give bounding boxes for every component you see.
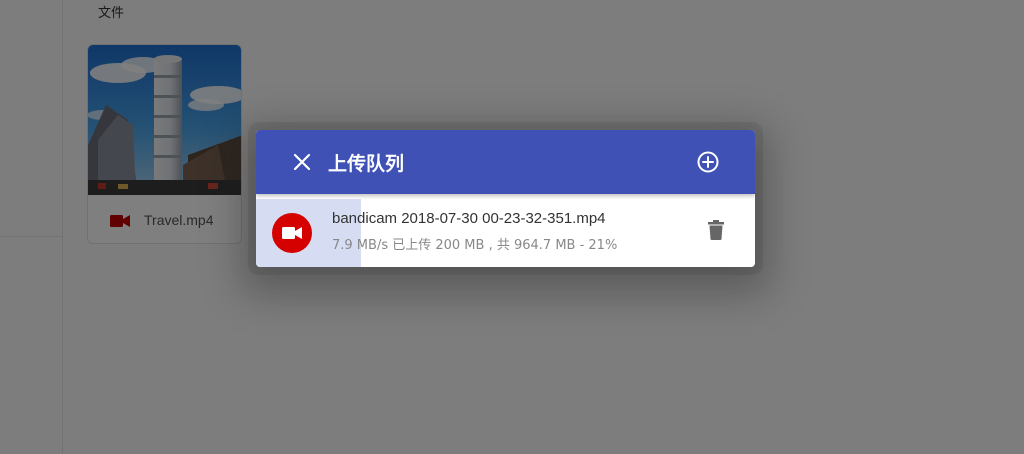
upload-filename: bandicam 2018-07-30 00-23-32-351.mp4 (332, 210, 606, 227)
upload-status: 7.9 MB/s 已上传 200 MB , 共 964.7 MB - 21% (332, 238, 618, 253)
upload-item: bandicam 2018-07-30 00-23-32-351.mp4 7.9… (256, 199, 755, 267)
close-icon[interactable] (292, 152, 312, 172)
trash-icon[interactable] (708, 220, 724, 240)
video-camera-icon (272, 213, 312, 253)
dialog-header: 上传队列 (256, 130, 755, 194)
upload-queue-dialog: 上传队列 bandicam 2018-07-30 00-23-32-351.mp… (256, 130, 755, 267)
dialog-title: 上传队列 (328, 153, 405, 175)
add-circle-icon[interactable] (697, 151, 719, 173)
